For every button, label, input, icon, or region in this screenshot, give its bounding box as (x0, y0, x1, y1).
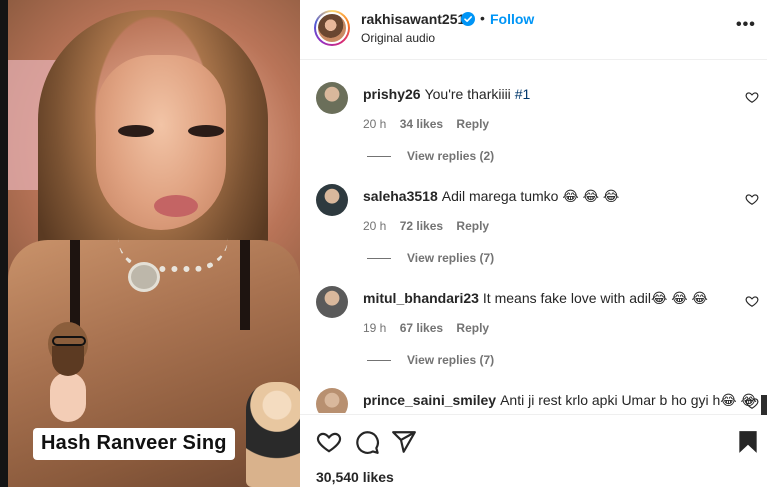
view-replies-label: View replies (7) (407, 251, 495, 265)
commenter-avatar[interactable] (316, 388, 348, 413)
view-replies-label: View replies (7) (407, 353, 495, 367)
post-header: rakhisawant2511 • Follow Original audio … (300, 0, 767, 60)
comment-time: 20 h (363, 117, 387, 131)
comment-bubble-icon[interactable] (354, 429, 380, 455)
like-heart-icon[interactable] (316, 429, 342, 455)
comment-body: It means fake love with adil😂 😂 😂 (482, 290, 708, 306)
comment-body: Adil marega tumko 😂 😂 😂 (441, 188, 620, 204)
verified-badge-icon (461, 12, 475, 26)
author-username[interactable]: rakhisawant2511 (361, 11, 472, 27)
commenter-avatar[interactable] (316, 184, 348, 216)
post-media[interactable]: Hash Ranveer Sing (0, 0, 300, 487)
comments-list: prishy26 You're tharkiiii #1 20 h 34 like… (300, 61, 767, 413)
save-bookmark-icon[interactable] (735, 429, 761, 455)
commenter-username[interactable]: prishy26 (363, 86, 421, 102)
like-comment-heart-icon[interactable] (745, 294, 759, 308)
replies-line (367, 258, 391, 260)
view-replies-button[interactable]: View replies (7) (367, 251, 494, 265)
view-replies-button[interactable]: View replies (2) (367, 149, 494, 163)
replies-line (367, 360, 391, 362)
share-paper-plane-icon[interactable] (391, 429, 417, 455)
follow-button[interactable]: Follow (490, 11, 534, 27)
comment-likes[interactable]: 34 likes (400, 117, 443, 131)
replies-line (367, 156, 391, 158)
eye (188, 125, 224, 137)
audio-label[interactable]: Original audio (361, 31, 435, 45)
comment-time: 19 h (363, 321, 387, 335)
commenter-avatar[interactable] (316, 286, 348, 318)
comment-text: mitul_bhandari23 It means fake love with … (363, 290, 708, 307)
author-avatar[interactable] (314, 10, 350, 46)
post-likes-count[interactable]: 30,540 likes (316, 469, 394, 485)
post-actions-bar: 30,540 likes (300, 414, 767, 487)
scrollbar-thumb[interactable] (761, 395, 767, 415)
lips (154, 195, 198, 217)
reply-button[interactable]: Reply (456, 117, 489, 131)
cartoon-beard (52, 346, 84, 376)
pendant (128, 262, 160, 292)
comment-meta: 20 h 34 likes Reply (363, 117, 499, 131)
post-photo (8, 0, 300, 487)
cartoon-sticker (30, 322, 110, 432)
commenter-avatar[interactable] (316, 82, 348, 114)
cartoon-body (50, 372, 86, 422)
reply-button[interactable]: Reply (456, 321, 489, 335)
comment-likes[interactable]: 72 likes (400, 219, 443, 233)
comment-body: Anti ji rest krlo apki Umar b ho gyi h😂 … (500, 392, 757, 408)
eye (118, 125, 154, 137)
comment-meta: 20 h 72 likes Reply (363, 219, 499, 233)
like-comment-heart-icon[interactable] (745, 396, 759, 410)
comment-time: 20 h (363, 219, 387, 233)
more-options-icon[interactable]: ••• (736, 16, 756, 34)
commenter-username[interactable]: saleha3518 (363, 188, 438, 204)
comment-body: You're tharkiiii (424, 86, 515, 102)
outfit-strap (70, 240, 80, 330)
hashtag-link[interactable]: #1 (515, 86, 531, 102)
commenter-username[interactable]: prince_saini_smiley (363, 392, 496, 408)
comment-text: prince_saini_smiley Anti ji rest krlo apk… (363, 392, 757, 409)
previous-post-edge (0, 0, 8, 487)
reply-button[interactable]: Reply (456, 219, 489, 233)
comment-text: saleha3518 Adil marega tumko 😂 😂 😂 (363, 188, 619, 205)
view-replies-button[interactable]: View replies (7) (367, 353, 494, 367)
woman-sticker (246, 382, 300, 487)
like-comment-heart-icon[interactable] (745, 192, 759, 206)
comment-likes[interactable]: 67 likes (400, 321, 443, 335)
outfit-strap (240, 240, 250, 330)
view-replies-label: View replies (2) (407, 149, 495, 163)
media-caption: Hash Ranveer Sing (33, 428, 235, 460)
post-panel: rakhisawant2511 • Follow Original audio … (300, 0, 767, 487)
comment-text: prishy26 You're tharkiiii #1 (363, 86, 530, 102)
commenter-username[interactable]: mitul_bhandari23 (363, 290, 479, 306)
cartoon-glasses (52, 336, 86, 346)
separator-dot: • (480, 10, 485, 26)
comment-meta: 19 h 67 likes Reply (363, 321, 499, 335)
like-comment-heart-icon[interactable] (745, 90, 759, 104)
